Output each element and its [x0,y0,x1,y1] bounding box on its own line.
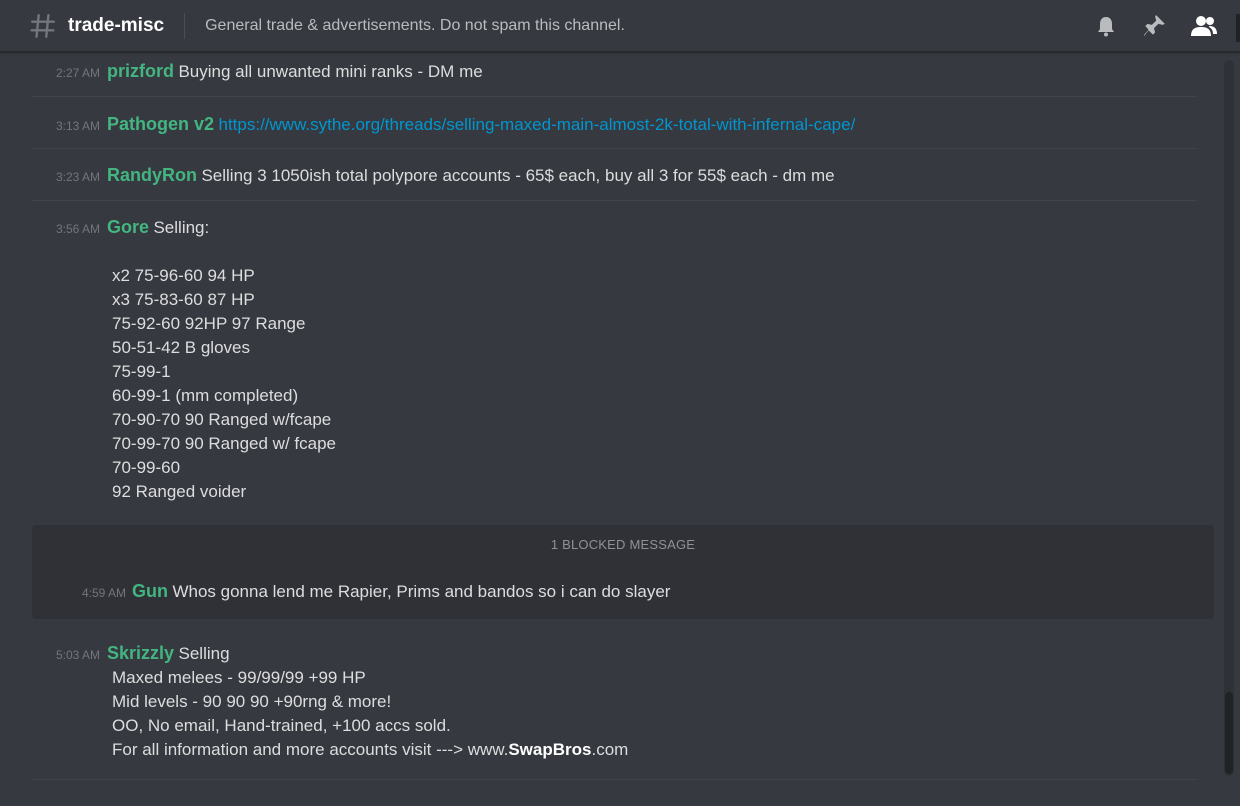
message-timestamp: 3:23 AM [55,170,100,184]
message-line: 70-99-70 90 Ranged w/ fcape [112,434,336,453]
message-divider [32,200,1197,201]
message-author[interactable]: prizford [107,61,174,81]
bell-icon[interactable] [1094,14,1118,38]
message-line: 70-99-60 [112,458,181,477]
message-author[interactable]: Pathogen v2 [107,114,214,134]
message-timestamp: 5:03 AM [55,648,100,662]
message-line: 60-99-1 (mm completed) [112,386,299,405]
message-list: 2:27 AM prizford Buying all unwanted min… [0,57,1224,806]
message-text-prefix: For all information and more accounts vi… [112,740,509,759]
message-line: 92 Ranged voider [112,482,247,501]
message-line: x2 75-96-60 94 HP [112,266,255,285]
message-text: Buying all unwanted mini ranks - DM me [178,62,483,81]
members-icon[interactable] [1190,14,1218,38]
message-text-suffix: .com [591,740,629,759]
message-timestamp: 4:59 AM [81,586,126,600]
message-timestamp: 3:13 AM [55,119,100,133]
message-line: Maxed melees - 99/99/99 +99 HP [112,668,366,687]
message-text: Selling: [153,218,210,237]
header-divider [184,12,186,39]
message-line: 75-92-60 92HP 97 Range [112,314,306,333]
message-author[interactable]: Skrizzly [107,643,174,663]
message-line: 50-51-42 B gloves [112,338,250,357]
message-line: 70-90-70 90 Ranged w/fcape [112,410,332,429]
message-text: Selling [178,644,230,663]
scrollbar-thumb[interactable] [1225,692,1233,774]
message-link[interactable]: https://www.sythe.org/threads/selling-ma… [218,115,855,134]
message-divider [32,779,1197,780]
message-text-bold: SwapBros [508,740,592,759]
pin-icon[interactable] [1141,13,1167,39]
message-line: 75-99-1 [112,362,171,381]
message-author[interactable]: Gore [107,217,149,237]
message-divider [32,148,1197,149]
message-author[interactable]: RandyRon [107,165,197,185]
message-timestamp: 2:27 AM [55,66,100,80]
message-text: Whos gonna lend me Rapier, Prims and ban… [172,582,671,601]
channel-name: trade-misc [68,14,165,36]
hash-icon [30,13,56,38]
blocked-message-label[interactable]: 1 BLOCKED MESSAGE [32,537,1214,552]
channel-header: trade-misc General trade & advertisement… [0,0,1240,52]
message-line: x3 75-83-60 87 HP [112,290,255,309]
message-line: OO, No email, Hand-trained, +100 accs so… [112,716,451,735]
message-author[interactable]: Gun [132,581,168,601]
message-line: For all information and more accounts vi… [112,740,628,760]
header-toolbar [1094,0,1218,52]
message-text: Selling 3 1050ish total polypore account… [201,166,835,185]
message-line: Mid levels - 90 90 90 +90rng & more! [112,692,392,711]
scrollbar-track[interactable] [1224,60,1234,776]
channel-topic: General trade & advertisements. Do not s… [205,16,625,34]
blocked-message-group: 1 BLOCKED MESSAGE 4:59 AM Gun Whos gonna… [32,525,1214,619]
message-timestamp: 3:56 AM [55,222,100,236]
window-edge [1236,14,1240,42]
message-divider [32,96,1197,97]
